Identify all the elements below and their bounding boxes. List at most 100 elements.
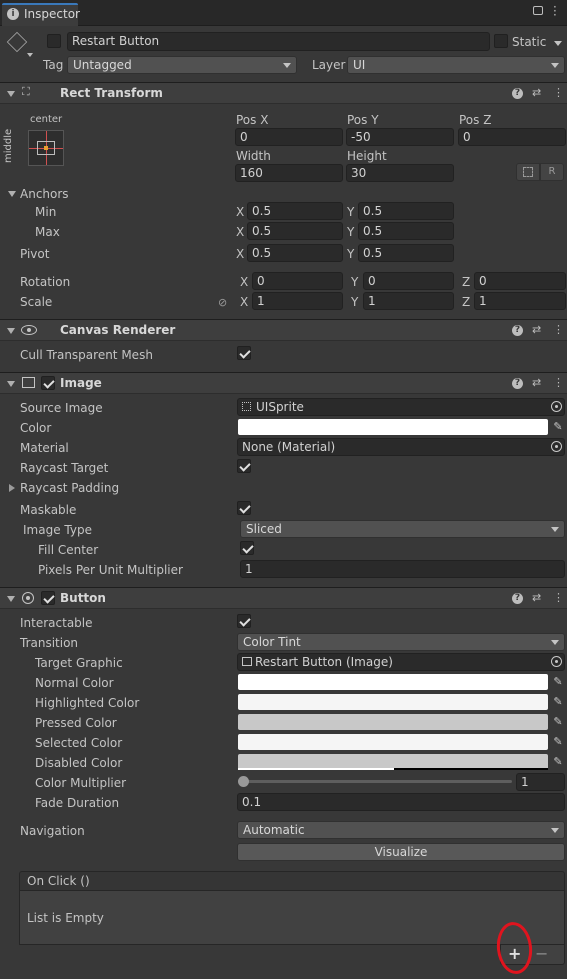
kebab-menu-icon[interactable]: · · · [553,1,557,21]
pos-x-field[interactable]: 0 [235,128,343,146]
raycast-padding-foldout-arrow[interactable] [9,484,15,492]
pos-z-field[interactable]: 0 [458,128,566,146]
layer-dropdown[interactable]: UI [347,56,565,74]
interactable-checkbox[interactable] [237,614,251,628]
pivot-x-field[interactable]: 0.5 [247,244,343,262]
pressed-color-swatch[interactable] [238,714,548,730]
transition-label: Transition [20,636,79,650]
visualize-button[interactable]: Visualize [237,843,565,861]
foldout-arrow-icon[interactable] [7,91,15,97]
icon-dropdown-caret[interactable] [27,53,33,57]
target-graphic-field[interactable]: Restart Button (Image) [237,653,565,671]
help-icon[interactable]: ? [512,88,523,99]
transition-dropdown[interactable]: Color Tint [237,633,565,651]
link-icon[interactable]: ⊘ [218,296,227,309]
height-field[interactable]: 30 [346,164,454,182]
disabled-color-label: Disabled Color [35,756,123,770]
kebab-menu-icon[interactable]: ⋮ [553,591,564,604]
ppu-field[interactable]: 1 [240,560,565,578]
color-multiplier-label: Color Multiplier [35,776,127,790]
eyedropper-icon[interactable]: ✎ [551,755,565,769]
navigation-dropdown[interactable]: Automatic [237,821,565,839]
max-y-field[interactable]: 0.5 [358,222,454,240]
rot-x-field[interactable]: 0 [252,272,343,290]
color-multiplier-slider-handle[interactable] [238,776,249,787]
scale-x-field[interactable]: 1 [252,292,343,310]
foldout-arrow-icon[interactable] [7,328,15,334]
blueprint-mode-button[interactable] [516,163,540,181]
color-multiplier-slider-track[interactable] [242,780,512,783]
tag-dropdown[interactable]: Untagged [67,56,297,74]
image-header[interactable]: Image ? ⇄ ⋮ [0,372,567,394]
button-enabled-checkbox[interactable] [41,591,55,605]
help-icon[interactable]: ? [512,378,523,389]
list-empty-text: List is Empty [27,911,104,925]
eyedropper-icon[interactable]: ✎ [551,735,565,749]
normal-color-swatch[interactable] [238,674,548,690]
static-caret[interactable] [554,41,562,46]
width-field[interactable]: 160 [235,164,343,182]
raycast-target-checkbox[interactable] [237,459,251,473]
object-name-field[interactable]: Restart Button [67,32,490,51]
max-x-field[interactable]: 0.5 [247,222,343,240]
presets-icon[interactable]: ⇄ [532,376,541,389]
highlighted-color-swatch[interactable] [238,694,548,710]
object-picker-icon[interactable] [551,441,562,452]
foldout-arrow-icon[interactable] [7,381,15,387]
source-image-field[interactable]: UISprite [237,398,565,416]
color-swatch[interactable] [238,419,548,435]
image-enabled-checkbox[interactable] [41,376,55,390]
image-type-dropdown[interactable]: Sliced [240,520,565,538]
tag-label: Tag [43,58,64,72]
pivot-y-field[interactable]: 0.5 [358,244,454,262]
object-picker-icon[interactable] [551,401,562,412]
min-x-field[interactable]: 0.5 [247,202,343,220]
kebab-menu-icon[interactable]: ⋮ [553,86,564,99]
maskable-checkbox[interactable] [237,501,251,515]
disabled-color-swatch[interactable] [238,754,548,770]
pos-z-label: Pos Z [459,113,492,127]
info-icon: i [7,8,19,20]
static-toggle[interactable] [494,34,508,48]
material-field[interactable]: None (Material) [237,438,565,456]
kebab-menu-icon[interactable]: ⋮ [553,323,564,336]
scale-z-field[interactable]: 1 [474,292,566,310]
eyedropper-icon[interactable]: ✎ [551,675,565,689]
eyedropper-icon[interactable]: ✎ [551,420,565,434]
lock-icon[interactable] [533,6,543,15]
fade-duration-field[interactable]: 0.1 [237,793,565,811]
canvas-renderer-header[interactable]: Canvas Renderer ? ⇄ ⋮ [0,319,567,341]
anchors-foldout-arrow[interactable] [8,191,16,197]
raycast-padding-label[interactable]: Raycast Padding [20,480,119,496]
raw-edit-button[interactable]: R [540,163,564,181]
pos-y-field[interactable]: -50 [346,128,454,146]
active-toggle[interactable] [47,34,61,48]
presets-icon[interactable]: ⇄ [532,591,541,604]
anchor-preset-button[interactable] [28,130,64,166]
gameobject-cube-icon[interactable] [6,31,28,53]
help-icon[interactable]: ? [512,325,523,336]
rect-transform-header[interactable]: ⛶ Rect Transform ? ⇄ ⋮ [0,82,567,104]
presets-icon[interactable]: ⇄ [532,86,541,99]
scale-y-field[interactable]: 1 [363,292,454,310]
rot-z-field[interactable]: 0 [474,272,566,290]
foldout-arrow-icon[interactable] [7,596,15,602]
button-header[interactable]: Button ? ⇄ ⋮ [0,587,567,609]
image-type-value: Sliced [246,522,282,536]
cull-checkbox[interactable] [237,346,251,360]
presets-icon[interactable]: ⇄ [532,323,541,336]
selected-color-swatch[interactable] [238,734,548,750]
tab-inspector[interactable]: i Inspector [2,3,80,26]
pivot-y-axis: Y [347,247,355,261]
object-picker-icon[interactable] [551,656,562,667]
rot-y-field[interactable]: 0 [363,272,454,290]
min-y-field[interactable]: 0.5 [358,202,454,220]
eyedropper-icon[interactable]: ✎ [551,695,565,709]
raycast-target-label: Raycast Target [20,461,109,475]
fill-center-checkbox[interactable] [240,541,254,555]
kebab-menu-icon[interactable]: ⋮ [553,376,564,389]
eyedropper-icon[interactable]: ✎ [551,715,565,729]
color-multiplier-field[interactable]: 1 [516,773,565,791]
help-icon[interactable]: ? [512,593,523,604]
remove-event-button[interactable]: − [535,944,548,963]
